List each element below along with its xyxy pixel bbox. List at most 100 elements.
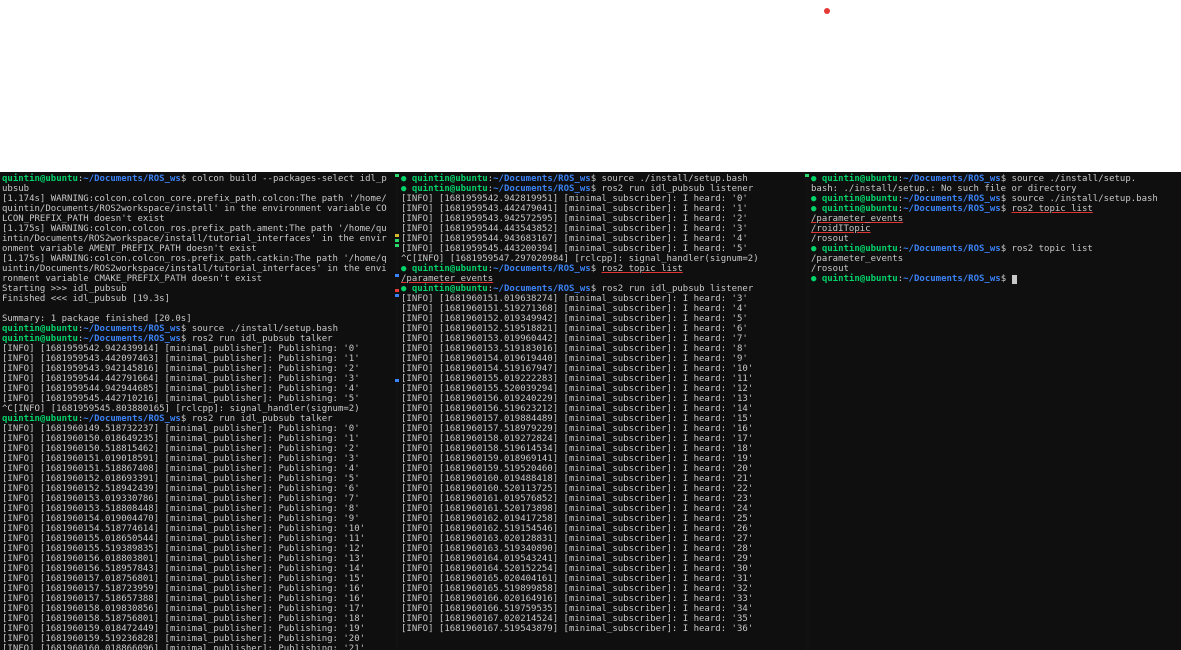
terminal-line: [INFO] [1681960160.019488418] [minimal_s… [401,474,801,484]
terminal-line: Summary: 1 package finished [20.0s] [2,314,391,324]
terminal-line [2,304,391,314]
terminal-line: /parameter_events [811,214,1177,224]
terminal-line: [INFO] [1681960165.020404161] [minimal_s… [401,574,801,584]
terminal-line: [INFO] [1681960151.019638274] [minimal_s… [401,294,801,304]
terminal-line: ^C[INFO] [1681959545.803880165] [rclcpp]… [2,404,391,414]
terminal-line: [INFO] [1681959543.942145816] [minimal_p… [2,364,391,374]
terminal-line: [INFO] [1681960161.019576852] [minimal_s… [401,494,801,504]
terminal-line: [1.175s] WARNING:colcon.colcon_ros.prefi… [2,224,391,254]
terminal-line: [INFO] [1681960166.020164916] [minimal_s… [401,594,801,604]
terminal-line: [INFO] [1681960159.519236828] [minimal_p… [2,634,391,644]
terminal-line: [INFO] [1681960167.519543879] [minimal_s… [401,624,801,634]
terminal-line: [INFO] [1681960158.519614534] [minimal_s… [401,444,801,454]
terminal-line: [INFO] [1681959543.442097463] [minimal_p… [2,354,391,364]
terminal-line: [INFO] [1681960154.019004470] [minimal_p… [2,514,391,524]
terminal-line: [INFO] [1681960153.019960442] [minimal_s… [401,334,801,344]
terminal-line: [INFO] [1681960163.020128831] [minimal_s… [401,534,801,544]
terminal-line: [INFO] [1681960156.018803801] [minimal_p… [2,554,391,564]
terminal-line: [INFO] [1681959544.943683167] [minimal_s… [401,234,801,244]
cursor-icon [1012,275,1017,284]
terminal-line: [INFO] [1681960150.018649235] [minimal_p… [2,434,391,444]
terminal-line: [INFO] [1681960159.018969141] [minimal_s… [401,454,801,464]
terminal-line: [INFO] [1681960149.518732237] [minimal_p… [2,424,391,434]
terminal-line: ● quintin@ubuntu:~/Documents/ROS_ws$ ros… [401,284,801,294]
terminal-line: [INFO] [1681960151.019018591] [minimal_p… [2,454,391,464]
terminal-line: [INFO] [1681960156.518957843] [minimal_p… [2,564,391,574]
terminal-line: [INFO] [1681959545.443200394] [minimal_s… [401,244,801,254]
terminal-line: [INFO] [1681960159.519520460] [minimal_s… [401,464,801,474]
terminal-line: [INFO] [1681960158.518756801] [minimal_p… [2,614,391,624]
terminal-line: [INFO] [1681960152.518942439] [minimal_p… [2,484,391,494]
terminal-line: [INFO] [1681960151.518867408] [minimal_p… [2,464,391,474]
terminal-line: ● quintin@ubuntu:~/Documents/ROS_ws$ sou… [401,174,801,184]
terminal-line: [INFO] [1681960158.019830856] [minimal_p… [2,604,391,614]
terminal-pane-2[interactable]: ● quintin@ubuntu:~/Documents/ROS_ws$ sou… [399,172,805,650]
terminal-line: ● quintin@ubuntu:~/Documents/ROS_ws$ [811,274,1177,284]
terminal-line: [INFO] [1681960155.019222283] [minimal_s… [401,374,801,384]
terminal-line: [INFO] [1681960164.019543241] [minimal_s… [401,554,801,564]
terminal-line: [INFO] [1681960154.518774614] [minimal_p… [2,524,391,534]
terminal-line: [INFO] [1681960159.018472449] [minimal_p… [2,624,391,634]
terminal-line: [INFO] [1681959543.942572595] [minimal_s… [401,214,801,224]
terminal-line: [INFO] [1681960162.019417258] [minimal_s… [401,514,801,524]
terminal-line: [INFO] [1681959544.442791664] [minimal_p… [2,374,391,384]
terminal-line: [INFO] [1681959543.442479041] [minimal_s… [401,204,801,214]
terminal-line: bash: ./install/setup.: No such file or … [811,184,1177,194]
terminal-line: [1.175s] WARNING:colcon.colcon_ros.prefi… [2,254,391,284]
terminal-line: [INFO] [1681960155.520039294] [minimal_s… [401,384,801,394]
terminal-line: [INFO] [1681960152.018693391] [minimal_p… [2,474,391,484]
terminal-line: Finished <<< idl_pubsub [19.3s] [2,294,391,304]
terminal-line: [INFO] [1681960154.519167947] [minimal_s… [401,364,801,374]
terminal-line: [INFO] [1681960153.519183016] [minimal_s… [401,344,801,354]
terminal-line: [INFO] [1681959544.443543852] [minimal_s… [401,224,801,234]
terminal-line: [INFO] [1681960167.020214524] [minimal_s… [401,614,801,624]
terminal-line: [INFO] [1681960156.519623212] [minimal_s… [401,404,801,414]
terminal-line: [INFO] [1681959542.942819951] [minimal_s… [401,194,801,204]
terminal-line: [INFO] [1681960153.019330786] [minimal_p… [2,494,391,504]
terminal-line: ● quintin@ubuntu:~/Documents/ROS_ws$ ros… [401,264,801,274]
terminal-line: [INFO] [1681960155.519389835] [minimal_p… [2,544,391,554]
terminal-line: [INFO] [1681960164.520152254] [minimal_s… [401,564,801,574]
terminal-line: [INFO] [1681960158.019272824] [minimal_s… [401,434,801,444]
terminal-pane-1[interactable]: quintin@ubuntu:~/Documents/ROS_ws$ colco… [0,172,395,650]
terminal-line: [INFO] [1681960157.019884489] [minimal_s… [401,414,801,424]
terminal-line: ● quintin@ubuntu:~/Documents/ROS_ws$ sou… [811,194,1177,204]
terminal-line: [INFO] [1681960165.519899858] [minimal_s… [401,584,801,594]
terminal-line: [INFO] [1681960162.519154546] [minimal_s… [401,524,801,534]
terminal-line: [INFO] [1681960151.519271368] [minimal_s… [401,304,801,314]
terminal-line: [1.174s] WARNING:colcon.colcon_core.pref… [2,194,391,224]
terminal-line: [INFO] [1681959542.942439914] [minimal_p… [2,344,391,354]
terminal-line: /parameter_events [811,254,1177,264]
terminal-line: Starting >>> idl_pubsub [2,284,391,294]
terminal-line: [INFO] [1681960157.518657388] [minimal_p… [2,594,391,604]
terminal-line: [INFO] [1681960166.519759535] [minimal_s… [401,604,801,614]
terminal-line: [INFO] [1681960150.518815462] [minimal_p… [2,444,391,454]
terminal-line: ● quintin@ubuntu:~/Documents/ROS_ws$ ros… [811,244,1177,254]
terminal-line: /rosout [811,234,1177,244]
terminal-line: [INFO] [1681960163.519340890] [minimal_s… [401,544,801,554]
terminal-line: [INFO] [1681960157.518979229] [minimal_s… [401,424,801,434]
terminal-line: ● quintin@ubuntu:~/Documents/ROS_ws$ ros… [401,184,801,194]
terminal-line: [INFO] [1681960152.519518821] [minimal_s… [401,324,801,334]
terminal-line: /roidITopic [811,224,1177,234]
terminal-line: [INFO] [1681959545.442710216] [minimal_p… [2,394,391,404]
terminal-line: [INFO] [1681960152.019349942] [minimal_s… [401,314,801,324]
terminal-pane-3[interactable]: ● quintin@ubuntu:~/Documents/ROS_ws$ sou… [809,172,1181,650]
terminal-line: /rosout [811,264,1177,274]
terminal-line: [INFO] [1681960155.018650544] [minimal_p… [2,534,391,544]
terminal-line: [INFO] [1681960157.018756801] [minimal_p… [2,574,391,584]
terminal-line: quintin@ubuntu:~/Documents/ROS_ws$ sourc… [2,324,391,334]
terminal-line: quintin@ubuntu:~/Documents/ROS_ws$ ros2 … [2,334,391,344]
terminal-line: [INFO] [1681960157.518723959] [minimal_p… [2,584,391,594]
terminal-line: [INFO] [1681960154.019619440] [minimal_s… [401,354,801,364]
terminal-line: [INFO] [1681960156.019240229] [minimal_s… [401,394,801,404]
terminal-line: ^C[INFO] [1681959547.297020984] [rclcpp]… [401,254,801,264]
recording-indicator-icon [824,8,830,14]
terminal-line: [INFO] [1681960153.518808448] [minimal_p… [2,504,391,514]
terminal-line: [INFO] [1681960161.520173898] [minimal_s… [401,504,801,514]
terminal-line: [INFO] [1681959544.942944685] [minimal_p… [2,384,391,394]
terminal-line: quintin@ubuntu:~/Documents/ROS_ws$ ros2 … [2,414,391,424]
terminal-line: quintin@ubuntu:~/Documents/ROS_ws$ colco… [2,174,391,194]
terminal-line: ● quintin@ubuntu:~/Documents/ROS_ws$ ros… [811,204,1177,214]
terminal-pane-container: quintin@ubuntu:~/Documents/ROS_ws$ colco… [0,172,1181,650]
